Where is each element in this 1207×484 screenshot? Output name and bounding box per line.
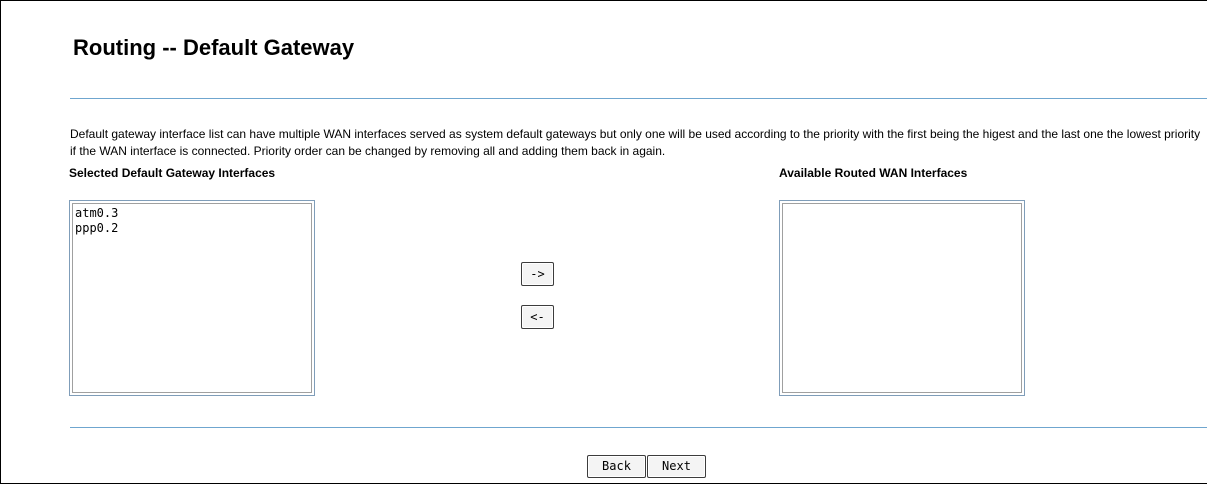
page-description: Default gateway interface list can have …	[70, 127, 1201, 158]
selected-interfaces-listbox[interactable]: atm0.3 ppp0.2	[69, 200, 315, 396]
top-divider	[70, 98, 1207, 99]
move-right-button[interactable]: ->	[521, 262, 554, 286]
available-interfaces-heading: Available Routed WAN Interfaces	[779, 166, 968, 180]
list-item[interactable]: atm0.3	[75, 206, 309, 221]
bottom-divider	[70, 427, 1207, 428]
move-left-button[interactable]: <-	[521, 305, 554, 329]
available-interfaces-listbox[interactable]	[779, 200, 1025, 396]
next-button[interactable]: Next	[647, 455, 706, 478]
selected-interfaces-heading: Selected Default Gateway Interfaces	[69, 166, 276, 180]
page-title: Routing -- Default Gateway	[73, 35, 355, 60]
list-item[interactable]: ppp0.2	[75, 221, 309, 236]
back-button[interactable]: Back	[587, 455, 646, 478]
